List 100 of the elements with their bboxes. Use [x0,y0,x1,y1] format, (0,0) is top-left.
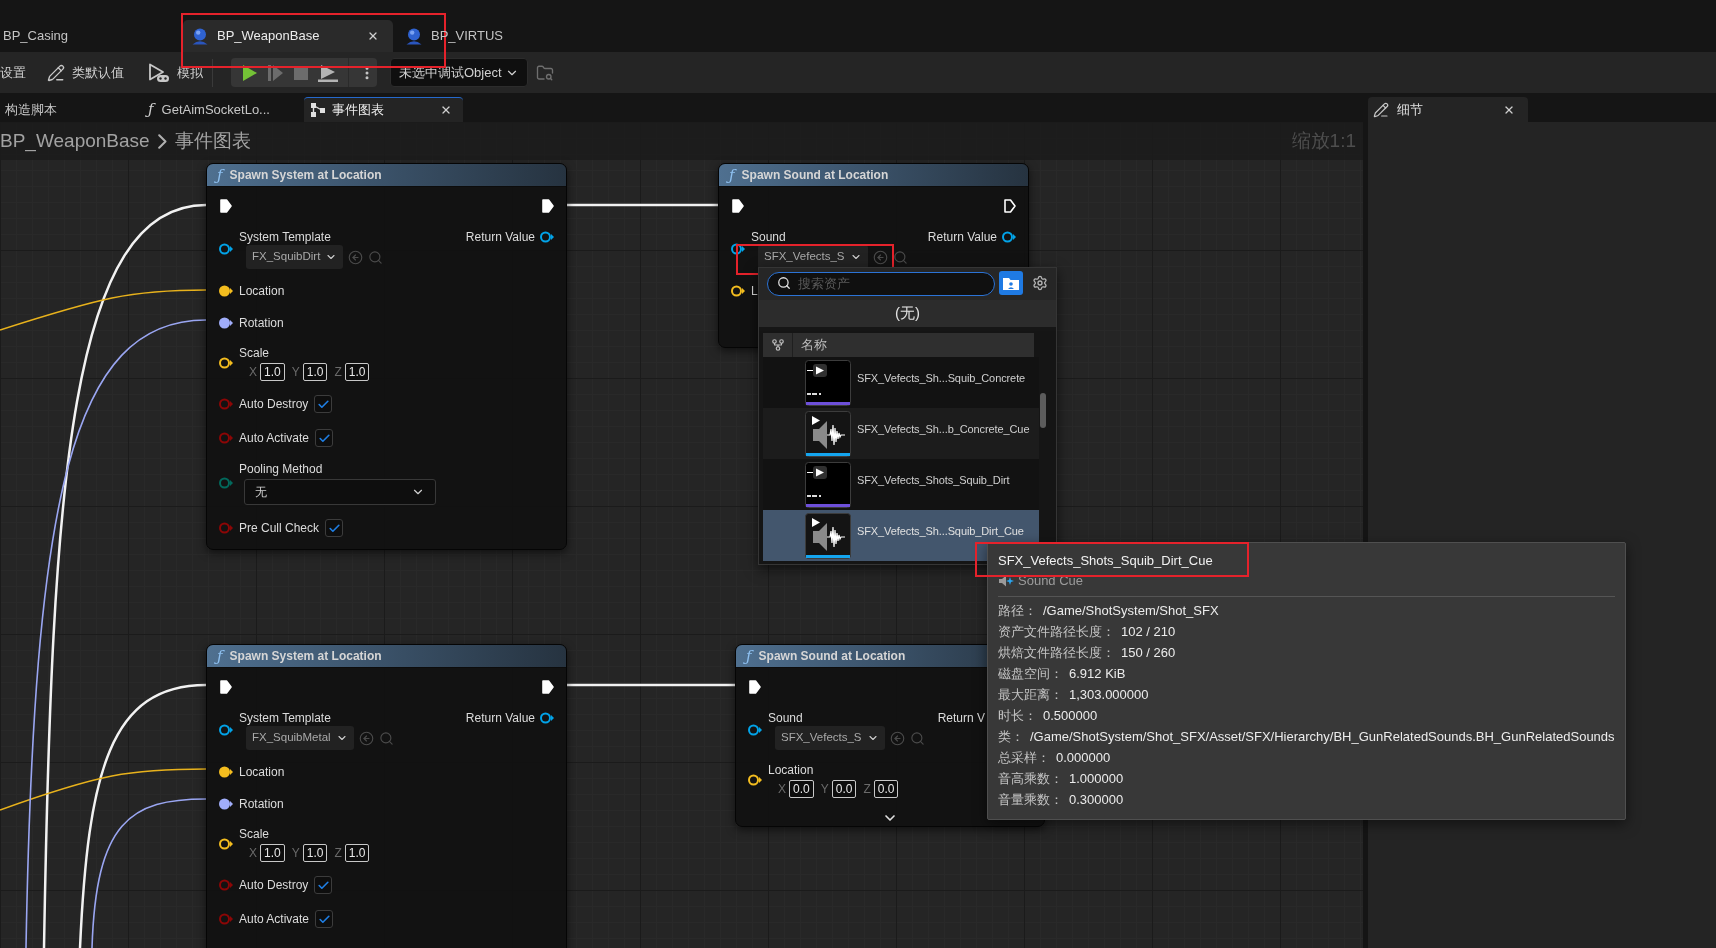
close-icon[interactable] [367,30,379,42]
exec-pin-icon[interactable] [220,199,232,213]
pin-label: System Template [239,229,332,245]
graph-tab[interactable]: 事件图表 [304,97,463,122]
none-option[interactable]: (无) [759,300,1056,327]
folder-button[interactable] [999,271,1023,295]
graph-tab[interactable]: ƒ GetAimSocketLo... [140,97,300,122]
pin-icon[interactable] [540,712,554,724]
enum-dropdown[interactable]: 无 [244,479,436,505]
pin-label: Auto Destroy [239,877,309,893]
pin-label: Return Value [465,229,535,245]
branch-icon[interactable] [770,338,785,352]
pin-label: Return Value [927,229,997,245]
property-value: 0.000000 [1056,748,1111,767]
pin-icon[interactable] [219,724,233,736]
breadcrumb-item[interactable]: BP_WeaponBase [0,126,150,156]
asset-dropdown[interactable]: FX_SquibDirt [246,245,344,269]
asset-dropdown[interactable]: FX_SquibMetal [246,726,354,750]
checkbox[interactable] [325,519,344,537]
pin-icon[interactable] [731,285,745,297]
checkbox[interactable] [315,910,334,928]
sound-wave-icon [805,461,851,508]
pencil-icon [1373,101,1389,118]
axis-label: Z [334,364,342,381]
pin-icon[interactable] [219,243,233,255]
axis-label: X [249,845,257,862]
node-title: Spawn System at Location [229,648,382,665]
number-field[interactable]: 0.0 [789,780,814,798]
property-value: 1,303.000000 [1069,685,1149,704]
blueprint-node[interactable]: ƒ Spawn System at Location System Template FX_SquibDirt Location Rotation Scale X 1.0 Y 1.0 Z 1.0 Auto Destroy Auto Activate Pooling Method 无 Pre Cull Check Return Value [206,163,567,550]
exec-pin-icon[interactable] [1004,199,1016,213]
search-icon[interactable] [892,249,908,265]
search-field[interactable]: 搜索资产 [767,271,995,296]
pin-icon[interactable] [219,317,233,329]
pin-label: Scale [239,826,271,842]
play-bar-icon[interactable] [318,63,338,82]
pin-label: Sound [768,710,804,726]
checkbox[interactable] [314,395,333,413]
asset-list-item[interactable]: SFX_Vefects_Sh...b_Concrete_Cue [763,408,1039,459]
close-icon[interactable] [440,104,452,116]
number-field[interactable]: 1.0 [344,844,370,862]
number-field[interactable]: 0.0 [831,780,857,798]
number-field[interactable]: 1.0 [302,844,328,862]
pin-label: Scale [239,345,271,361]
number-field[interactable]: 0.0 [873,780,899,798]
pin-icon[interactable] [219,285,233,297]
breadcrumb-item[interactable]: 事件图表 [174,126,251,156]
check-icon [327,521,341,535]
folder-search-icon[interactable] [536,63,554,82]
settings-icon[interactable] [1032,275,1048,291]
exec-pin-icon[interactable] [749,680,761,694]
pin-label: Sound [751,229,787,245]
check-icon [316,878,330,892]
exec-pin-icon[interactable] [220,680,232,694]
number-field[interactable]: 1.0 [260,363,285,381]
axis-label: Y [291,364,300,381]
exec-pin-icon[interactable] [542,199,554,213]
pin-label: L [751,283,758,300]
folder-icon [1003,276,1019,290]
toolbar-button[interactable]: 类默认值 [47,57,127,88]
asset-dropdown[interactable]: SFX_Vefects_S [775,726,885,750]
pin-label: Pre Cull Check [239,520,320,536]
scrollbar[interactable] [1040,393,1046,428]
number-field[interactable]: 1.0 [260,844,285,862]
pin-label: Rotation [239,315,284,332]
node-title: Spawn System at Location [229,167,382,184]
pin-icon[interactable] [219,838,233,850]
property-value: 0.500000 [1043,706,1098,725]
pin-icon[interactable] [219,357,233,369]
exec-pin-icon[interactable] [542,680,554,694]
checkbox[interactable] [314,876,333,894]
pin-icon[interactable] [540,231,554,243]
toolbar-button[interactable]: 设置 [0,57,30,88]
document-tab[interactable]: BP_Casing [0,20,179,52]
node-title: Spawn Sound at Location [758,648,906,665]
pin-icon[interactable] [731,243,745,255]
pin-label: System Template [239,710,332,726]
pin-icon[interactable] [748,774,762,786]
blueprint-node[interactable]: ƒ Spawn System at Location System Template FX_SquibMetal Location Rotation Scale X 1.0 Y 1.0 Z 1.0 Auto Destroy Auto Activate Return Value [206,644,567,948]
axis-label: X [778,781,786,798]
details-tab[interactable]: 细节 [1368,97,1528,122]
pin-icon[interactable] [748,724,762,736]
sound-cue-icon [998,574,1014,588]
pin-icon[interactable] [219,798,233,810]
property-value: 1.000000 [1069,769,1124,788]
number-field[interactable]: 1.0 [344,363,370,381]
sound-wave-icon [805,359,851,406]
pencil-icon [47,63,65,82]
property-label: 路径： [998,601,1037,620]
graph-tab[interactable]: 构造脚本 [0,97,140,122]
pin-icon[interactable] [219,766,233,778]
property-value: 102 / 210 [1121,622,1176,641]
checkbox[interactable] [315,429,334,447]
exec-pin-icon[interactable] [732,199,744,213]
speaker-waveform-icon [805,410,851,457]
play-icon[interactable] [242,63,258,82]
pin-icon[interactable] [1002,231,1016,243]
document-tab[interactable]: BP_WeaponBase [183,20,393,52]
property-value: /Game/ShotSystem/Shot_SFX [1043,601,1219,620]
number-field[interactable]: 1.0 [302,363,328,381]
